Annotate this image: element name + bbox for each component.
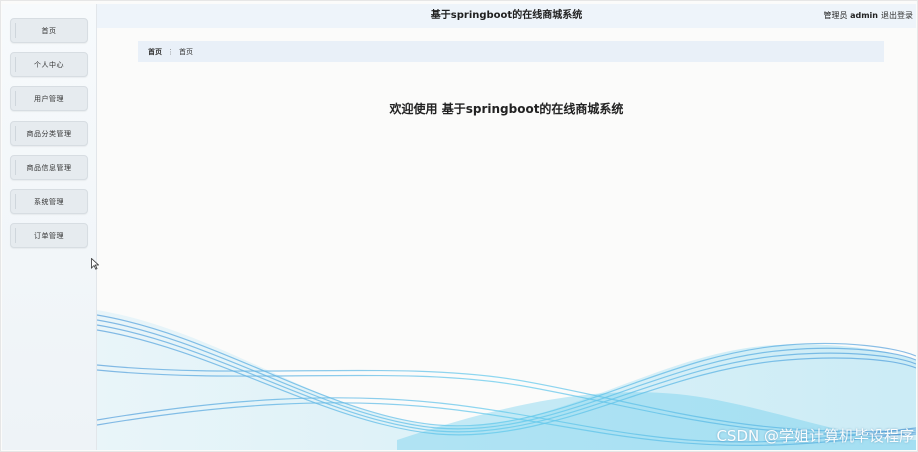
sidebar-item-label: 用户管理	[34, 94, 64, 103]
sidebar-item-label: 首页	[41, 26, 57, 35]
sidebar: 首页 个人中心 用户管理 商品分类管理 商品信息管理 系统管理 订单管理	[2, 4, 97, 450]
sidebar-item-label: 订单管理	[34, 231, 64, 240]
welcome-message: 欢迎使用 基于springboot的在线商城系统	[389, 102, 624, 116]
breadcrumb: 首页 ⋮ 首页	[138, 41, 884, 62]
sidebar-item-order-management[interactable]: 订单管理	[10, 223, 88, 248]
breadcrumb-current: 首页	[179, 47, 193, 56]
sidebar-item-label: 商品信息管理	[26, 163, 72, 172]
sidebar-item-product-management[interactable]: 商品信息管理	[10, 155, 88, 180]
sidebar-item-home[interactable]: 首页	[10, 18, 88, 43]
sidebar-item-user-management[interactable]: 用户管理	[10, 86, 88, 111]
sidebar-item-label: 商品分类管理	[26, 129, 72, 138]
mouse-cursor-icon	[91, 258, 99, 270]
sidebar-item-personal-center[interactable]: 个人中心	[10, 52, 88, 77]
breadcrumb-home[interactable]: 首页	[148, 47, 162, 57]
app-title: 基于springboot的在线商城系统	[430, 10, 583, 21]
current-user: 管理员 admin	[824, 4, 878, 28]
top-bar: 基于springboot的在线商城系统 管理员 admin 退出登录	[97, 4, 916, 28]
sidebar-item-system-management[interactable]: 系统管理	[10, 189, 88, 214]
sidebar-item-label: 个人中心	[34, 60, 64, 69]
sidebar-item-category-management[interactable]: 商品分类管理	[10, 121, 88, 146]
user-name: admin	[850, 11, 878, 20]
watermark-text: CSDN @学姐计算机毕设程序	[716, 427, 914, 445]
breadcrumb-separator-icon: ⋮	[167, 47, 174, 56]
user-role: 管理员	[823, 11, 848, 20]
sidebar-item-label: 系统管理	[34, 197, 64, 206]
logout-link[interactable]: 退出登录	[881, 4, 913, 28]
